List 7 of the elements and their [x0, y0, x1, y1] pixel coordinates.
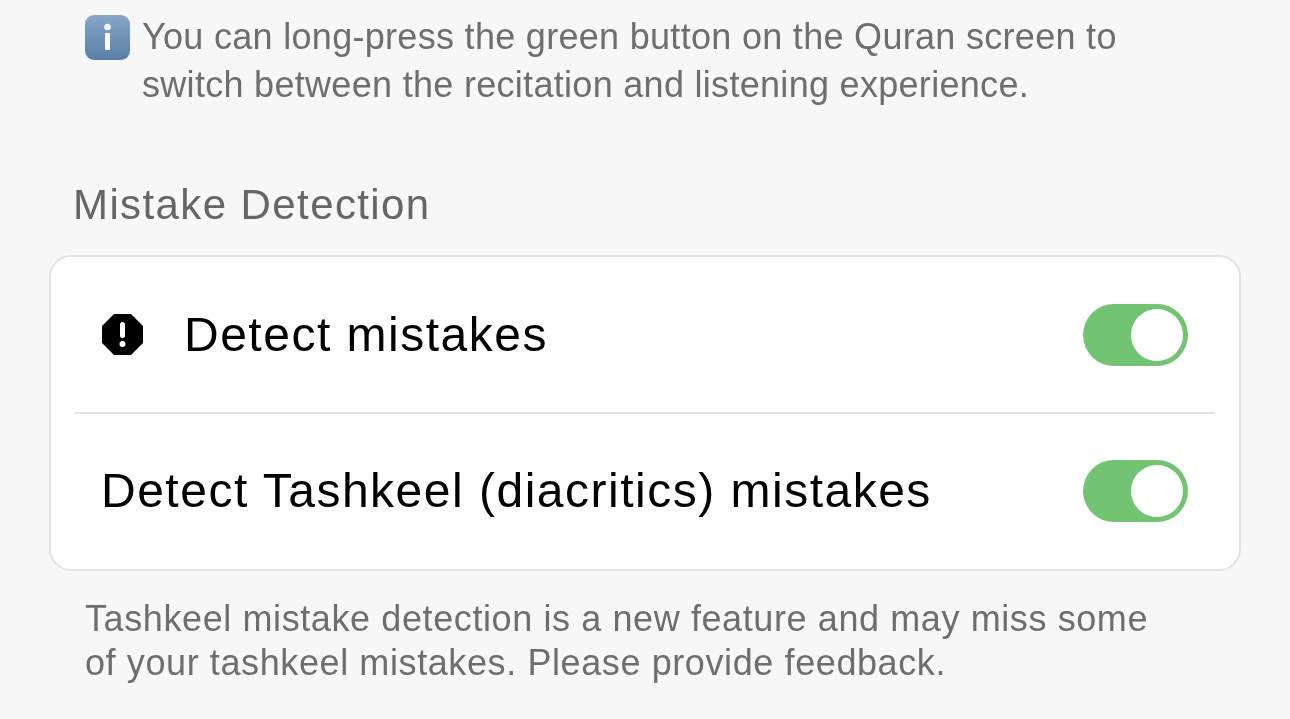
info-note-text: You can long-press the green button on the Quran screen to switch between the recitation and listening experience.	[142, 15, 1118, 107]
footer-note: Tashkeel mistake detection is a new feature and may miss some of your tashkeel mistakes. Please provide feedback.	[85, 596, 1150, 685]
info-icon	[85, 15, 130, 60]
setting-label: Detect Tashkeel (diacritics) mistakes	[101, 463, 933, 519]
section-heading: Mistake Detection	[73, 181, 431, 229]
setting-label: Detect mistakes	[184, 306, 549, 363]
alert-octagon-icon	[102, 314, 143, 355]
